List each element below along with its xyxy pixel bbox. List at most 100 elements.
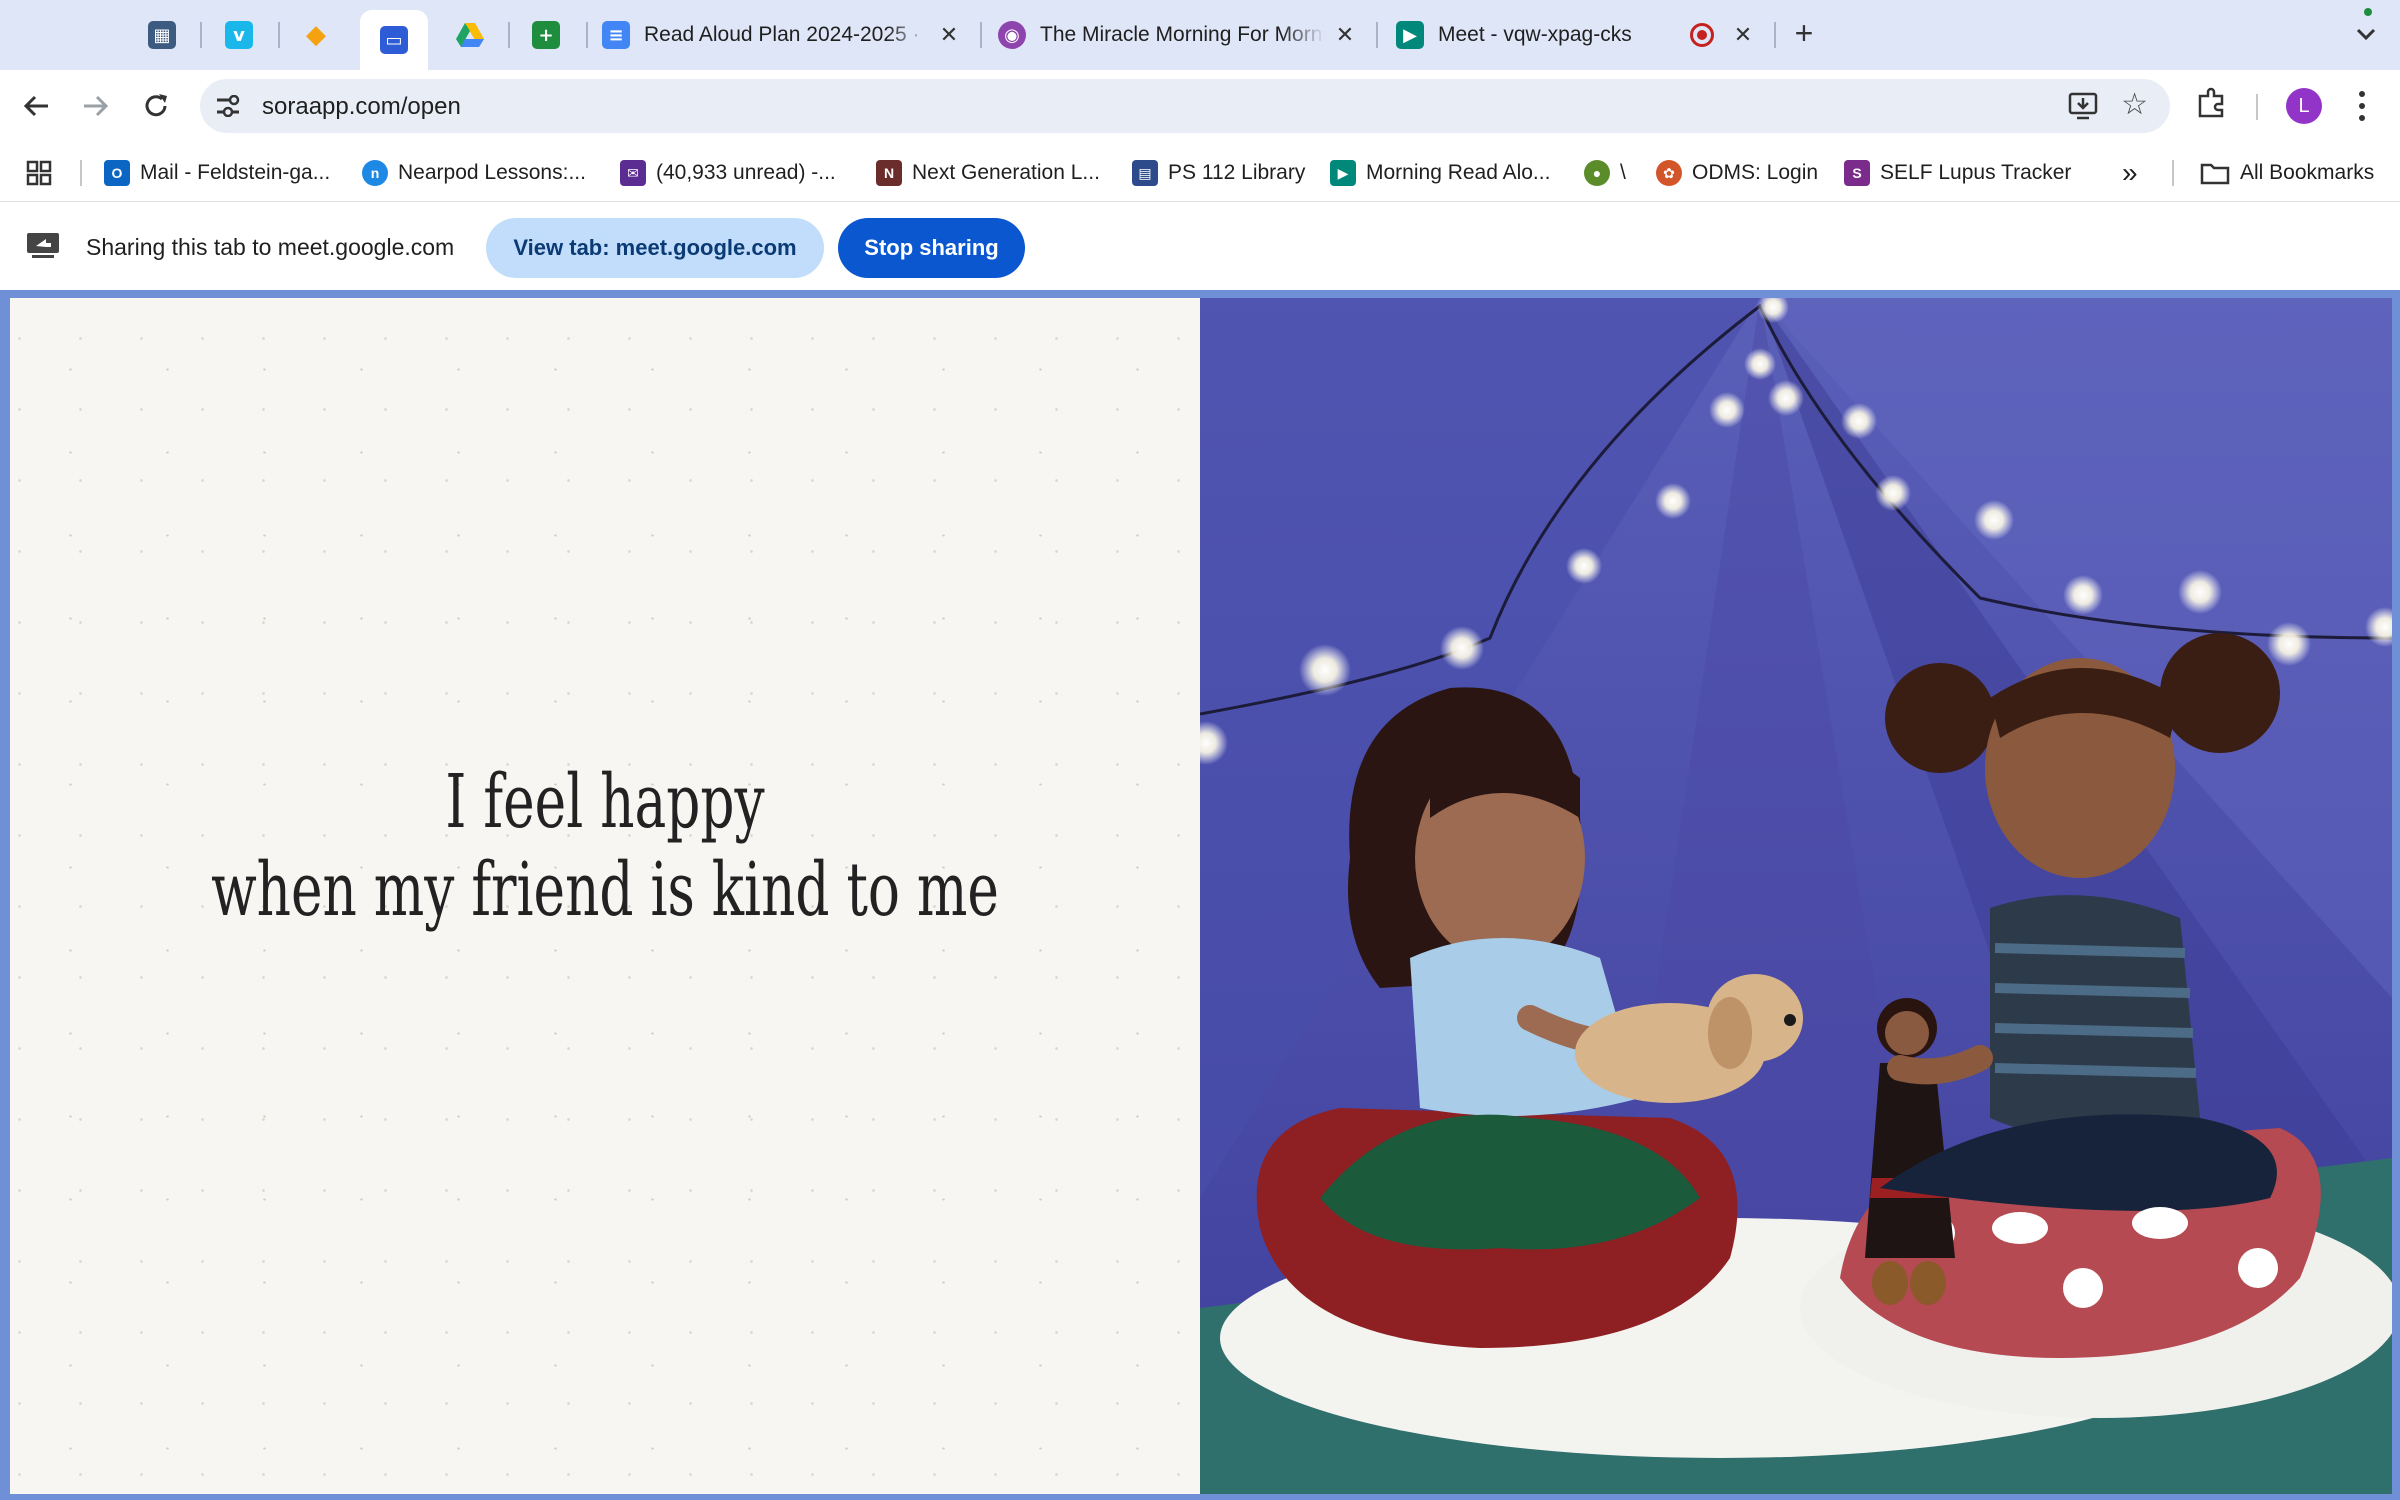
tab-read-aloud-plan[interactable]: ≡ Read Aloud Plan 2024-2025 · ✕ bbox=[602, 10, 962, 60]
mail-icon: ✉ bbox=[620, 160, 646, 186]
outlook-icon: O bbox=[104, 160, 130, 186]
extensions-icon[interactable] bbox=[2196, 86, 2228, 123]
bookmark-label: Morning Read Alo... bbox=[1366, 161, 1551, 184]
tab-separator bbox=[586, 22, 588, 48]
site-info-icon[interactable] bbox=[214, 92, 242, 120]
bookmark-label: Next Generation L... bbox=[912, 161, 1100, 184]
tab-search-button[interactable] bbox=[2348, 16, 2384, 52]
forward-button[interactable] bbox=[74, 84, 118, 128]
close-icon[interactable]: ✕ bbox=[1332, 22, 1358, 48]
bookmark-mail[interactable]: O Mail - Feldstein-ga... bbox=[104, 156, 330, 190]
book-page-text: I feel happy when my friend is kind to m… bbox=[177, 758, 1034, 934]
bookmarks-bar: O Mail - Feldstein-ga... n Nearpod Lesso… bbox=[0, 142, 2400, 202]
tab-title: Read Aloud Plan 2024-2025 · bbox=[644, 23, 920, 46]
bookmark-ps112-library[interactable]: ▤ PS 112 Library bbox=[1132, 156, 1305, 190]
back-arrow-icon bbox=[23, 95, 48, 117]
tab-pinned-drive[interactable] bbox=[440, 10, 500, 60]
frog-icon: ● bbox=[1584, 160, 1610, 186]
google-docs-icon: ≡ bbox=[602, 21, 630, 49]
folder-icon bbox=[2200, 163, 2230, 185]
url-text[interactable]: soraapp.com/open bbox=[262, 93, 461, 121]
back-button[interactable] bbox=[14, 84, 58, 128]
nysed-icon: N bbox=[876, 160, 902, 186]
profile-avatar[interactable]: L bbox=[2286, 88, 2322, 124]
bookmark-label: SELF Lupus Tracker bbox=[1880, 161, 2072, 184]
bookmark-unread-mail[interactable]: ✉ (40,933 unread) -... bbox=[620, 156, 836, 190]
bookmark-label: ODMS: Login bbox=[1692, 161, 1819, 184]
bookmark-label: PS 112 Library bbox=[1168, 161, 1306, 184]
address-bar[interactable]: soraapp.com/open ☆ bbox=[200, 79, 2170, 133]
update-dot bbox=[2364, 8, 2372, 16]
new-tab-button[interactable]: + bbox=[1786, 16, 1822, 52]
tab-separator bbox=[278, 22, 280, 48]
sora-icon: ▭ bbox=[380, 26, 408, 54]
tab-separator bbox=[980, 22, 982, 48]
tab-pinned-sheets[interactable]: + bbox=[516, 10, 576, 60]
bookmark-next-generation[interactable]: N Next Generation L... bbox=[876, 156, 1100, 190]
bookmark-backslash[interactable]: ● \ bbox=[1584, 156, 1626, 190]
tab-pinned-calendar[interactable]: ▦ bbox=[132, 10, 192, 60]
bookmark-label: Mail - Feldstein-ga... bbox=[140, 161, 331, 184]
all-bookmarks-button[interactable]: All Bookmarks bbox=[2200, 156, 2374, 190]
tab-miracle-morning[interactable]: ◉ The Miracle Morning For Morning ✕ bbox=[998, 10, 1358, 60]
more-bookmarks-button[interactable]: » bbox=[2122, 156, 2138, 190]
screen-share-icon bbox=[26, 232, 60, 258]
tab-separator bbox=[1774, 22, 1776, 48]
sharing-message: Sharing this tab to meet.google.com bbox=[86, 234, 455, 260]
bookmarks-divider bbox=[2172, 160, 2174, 186]
tab-strip: ▦ v ◆ ▭ + ≡ Read Aloud Plan 2024-2025 · … bbox=[0, 0, 2400, 70]
bookmark-self-lupus[interactable]: S SELF Lupus Tracker bbox=[1844, 156, 2071, 190]
apps-grid-icon bbox=[26, 160, 52, 186]
bookmark-morning-read-aloud[interactable]: ▶ Morning Read Alo... bbox=[1330, 156, 1550, 190]
chevron-down-icon bbox=[2356, 28, 2376, 41]
vimeo-icon: v bbox=[225, 21, 253, 49]
book-left-page[interactable]: I feel happy when my friend is kind to m… bbox=[10, 298, 1200, 1494]
tab-pinned-sora[interactable]: ▭ bbox=[360, 10, 428, 70]
tab-separator bbox=[1376, 22, 1378, 48]
close-icon[interactable]: ✕ bbox=[1730, 22, 1756, 48]
reload-icon bbox=[145, 94, 167, 117]
tab-separator bbox=[508, 22, 510, 48]
tab-title: Meet - vqw-xpag-cks bbox=[1438, 23, 1632, 46]
book-text-line-2: when my friend is kind to me bbox=[211, 847, 999, 933]
library-icon: ▤ bbox=[1132, 160, 1158, 186]
calendar-icon: ▦ bbox=[148, 21, 176, 49]
bookmark-star-icon[interactable]: ☆ bbox=[2121, 90, 2148, 120]
google-meet-icon: ▶ bbox=[1396, 21, 1424, 49]
view-shared-tab-button[interactable]: View tab: meet.google.com bbox=[486, 218, 824, 278]
book-text-line-1: I feel happy bbox=[445, 759, 765, 845]
recording-icon bbox=[1690, 23, 1714, 47]
install-app-icon[interactable] bbox=[2068, 92, 2098, 125]
more-menu-icon[interactable] bbox=[2350, 88, 2374, 124]
bookmark-odms[interactable]: ✿ ODMS: Login bbox=[1656, 156, 1818, 190]
app-icon: ◆ bbox=[306, 20, 326, 50]
chevron-double-right-icon: » bbox=[2122, 157, 2138, 188]
odms-icon: ✿ bbox=[1656, 160, 1682, 186]
tab-separator bbox=[200, 22, 202, 48]
page-viewport: I feel happy when my friend is kind to m… bbox=[0, 290, 2400, 1500]
tab-meet[interactable]: ▶ Meet - vqw-xpag-cks ✕ bbox=[1396, 10, 1756, 60]
browser-toolbar: soraapp.com/open ☆ L bbox=[0, 70, 2400, 142]
tab-title: The Miracle Morning For Morning bbox=[1040, 23, 1325, 46]
all-bookmarks-label: All Bookmarks bbox=[2240, 161, 2375, 184]
forward-arrow-icon bbox=[84, 95, 109, 117]
tab-pinned-vimeo[interactable]: v bbox=[209, 10, 269, 60]
google-meet-icon: ▶ bbox=[1330, 160, 1356, 186]
reload-button[interactable] bbox=[134, 84, 178, 128]
bookmark-label: (40,933 unread) -... bbox=[656, 161, 836, 184]
tab-sharing-bar: Sharing this tab to meet.google.com View… bbox=[0, 202, 2400, 290]
two-girls-in-tent-illustration[interactable] bbox=[1200, 298, 2392, 1494]
google-drive-icon bbox=[456, 21, 484, 49]
podcast-icon: ◉ bbox=[998, 21, 1026, 49]
google-sheets-icon: + bbox=[532, 21, 560, 49]
tab-pinned-app[interactable]: ◆ bbox=[286, 10, 346, 60]
stop-sharing-button[interactable]: Stop sharing bbox=[838, 218, 1025, 278]
toolbar-divider bbox=[2256, 94, 2258, 120]
close-icon[interactable]: ✕ bbox=[936, 22, 962, 48]
bookmark-label: \ bbox=[1620, 161, 1626, 184]
nearpod-icon: n bbox=[362, 160, 388, 186]
bookmarks-divider bbox=[80, 160, 82, 186]
apps-button[interactable] bbox=[26, 156, 52, 190]
bookmark-nearpod[interactable]: n Nearpod Lessons:... bbox=[362, 156, 586, 190]
self-icon: S bbox=[1844, 160, 1870, 186]
